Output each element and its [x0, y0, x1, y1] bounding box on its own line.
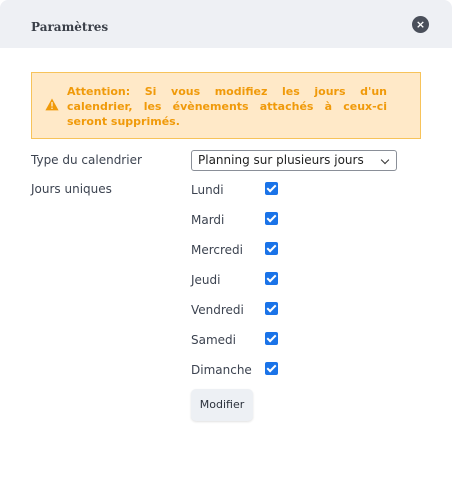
day-label-mercredi: Mercredi: [191, 243, 244, 257]
checkbox-dimanche[interactable]: [265, 362, 278, 375]
calendar-type-select[interactable]: Planning sur plusieurs jours: [191, 150, 397, 171]
checkbox-jeudi[interactable]: [265, 272, 278, 285]
day-label-dimanche: Dimanche: [191, 363, 252, 377]
modify-button[interactable]: Modifier: [191, 389, 253, 421]
close-button[interactable]: ×: [412, 16, 429, 33]
chevron-down-icon: [380, 155, 390, 165]
unique-days-label: Jours uniques: [31, 182, 112, 196]
checkbox-mercredi[interactable]: [265, 242, 278, 255]
dialog-header: Paramètres ×: [0, 0, 452, 48]
warning-icon: [45, 98, 59, 111]
checkbox-mardi[interactable]: [265, 212, 278, 225]
dialog-title: Paramètres: [31, 20, 109, 34]
warning-alert: Attention: Si vous modifiez les jours d'…: [31, 72, 421, 139]
day-label-lundi: Lundi: [191, 183, 224, 197]
calendar-type-value: Planning sur plusieurs jours: [198, 153, 364, 167]
alert-message: Attention: Si vous modifiez les jours d'…: [67, 85, 387, 128]
calendar-type-label: Type du calendrier: [31, 153, 142, 167]
day-label-samedi: Samedi: [191, 333, 236, 347]
settings-dialog: Paramètres × Attention: Si vous modifiez…: [0, 0, 452, 490]
checkbox-vendredi[interactable]: [265, 302, 278, 315]
checkbox-lundi[interactable]: [265, 182, 278, 195]
day-label-vendredi: Vendredi: [191, 303, 244, 317]
checkbox-samedi[interactable]: [265, 332, 278, 345]
day-label-jeudi: Jeudi: [191, 273, 221, 287]
day-label-mardi: Mardi: [191, 213, 225, 227]
